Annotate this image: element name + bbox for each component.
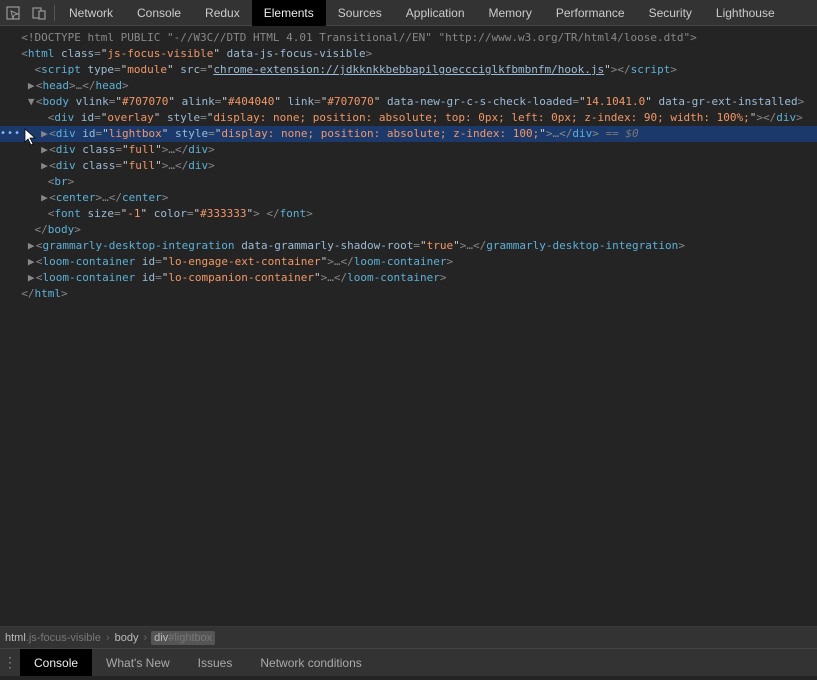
tab-elements[interactable]: Elements (252, 0, 326, 26)
dom-node[interactable]: ▶<head>…</head> (0, 78, 817, 94)
expand-toggle-icon[interactable]: ▶ (28, 238, 36, 254)
gutter-indicator-icon: ••• (0, 126, 21, 142)
tab-security[interactable]: Security (637, 0, 704, 26)
tab-network[interactable]: Network (57, 0, 125, 26)
breadcrumb-item[interactable]: div#lightbox (151, 631, 215, 645)
tab-sources[interactable]: Sources (326, 0, 394, 26)
dom-node-selected[interactable]: ••• ▶<div id="lightbox" style="display: … (0, 126, 817, 142)
inspect-element-icon[interactable] (0, 0, 26, 26)
breadcrumb-item[interactable]: html.js-focus-visible (4, 632, 102, 644)
drawer-tab-issues[interactable]: Issues (184, 649, 247, 677)
dom-node[interactable]: <font size="-1" color="#333333"> </font> (0, 206, 817, 222)
devtools-top-tabbar: NetworkConsoleReduxElementsSourcesApplic… (0, 0, 817, 26)
drawer-menu-icon[interactable]: ⋮ (0, 654, 20, 671)
drawer-tab-network-conditions[interactable]: Network conditions (246, 649, 375, 677)
expand-toggle-icon[interactable]: ▶ (28, 254, 36, 270)
chevron-right-icon: › (144, 632, 148, 644)
dom-node[interactable]: <br> (0, 174, 817, 190)
drawer-tab-console[interactable]: Console (20, 649, 92, 677)
dom-node[interactable]: ▶<div class="full">…</div> (0, 142, 817, 158)
tab-application[interactable]: Application (394, 0, 477, 26)
expand-toggle-icon[interactable]: ▶ (41, 142, 49, 158)
chevron-right-icon: › (106, 632, 110, 644)
dom-node[interactable]: </html> (0, 286, 817, 302)
tab-memory[interactable]: Memory (477, 0, 544, 26)
device-toolbar-icon[interactable] (26, 0, 52, 26)
breadcrumb-item[interactable]: body (114, 632, 140, 644)
expand-toggle-icon[interactable]: ▶ (41, 126, 49, 142)
drawer-tab-what-s-new[interactable]: What's New (92, 649, 184, 677)
drawer-tabbar: ⋮ ConsoleWhat's NewIssuesNetwork conditi… (0, 648, 817, 676)
tab-lighthouse[interactable]: Lighthouse (704, 0, 787, 26)
breadcrumb: html.js-focus-visible›body›div#lightbox (0, 626, 817, 648)
tab-performance[interactable]: Performance (544, 0, 637, 26)
tab-redux[interactable]: Redux (193, 0, 252, 26)
dom-node[interactable]: <html class="js-focus-visible" data-js-f… (0, 46, 817, 62)
expand-toggle-icon[interactable]: ▼ (28, 94, 36, 110)
drawer-content (0, 676, 817, 680)
dom-node[interactable]: ▶<loom-container id="lo-companion-contai… (0, 270, 817, 286)
dom-node[interactable]: ▶<div class="full">…</div> (0, 158, 817, 174)
dom-node[interactable]: ▶<center>…</center> (0, 190, 817, 206)
dom-node[interactable]: <div id="overlay" style="display: none; … (0, 110, 817, 126)
dom-node[interactable]: </body> (0, 222, 817, 238)
dom-node[interactable]: ▶<loom-container id="lo-engage-ext-conta… (0, 254, 817, 270)
expand-toggle-icon[interactable]: ▶ (41, 158, 49, 174)
dom-node[interactable]: <script type="module" src="chrome-extens… (0, 62, 817, 78)
dom-node[interactable]: ▶<grammarly-desktop-integration data-gra… (0, 238, 817, 254)
tab-console[interactable]: Console (125, 0, 193, 26)
elements-dom-tree[interactable]: <!DOCTYPE html PUBLIC "-//W3C//DTD HTML … (0, 26, 817, 626)
dom-node[interactable]: <!DOCTYPE html PUBLIC "-//W3C//DTD HTML … (0, 30, 817, 46)
expand-toggle-icon[interactable]: ▶ (41, 190, 49, 206)
dom-node[interactable]: ▼<body vlink="#707070" alink="#404040" l… (0, 94, 817, 110)
expand-toggle-icon[interactable]: ▶ (28, 270, 36, 286)
tab-separator (54, 5, 55, 21)
expand-toggle-icon[interactable]: ▶ (28, 78, 36, 94)
